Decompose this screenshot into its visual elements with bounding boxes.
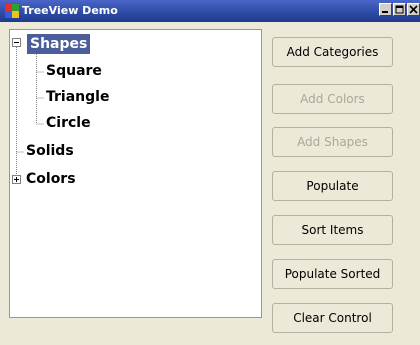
- add-categories-button[interactable]: Add Categories: [272, 37, 393, 67]
- tree-node-circle[interactable]: Circle: [46, 113, 91, 133]
- app-window: TreeView Demo Shapes Square Triangle Cir…: [0, 0, 420, 345]
- add-colors-button[interactable]: Add Colors: [272, 84, 393, 114]
- window-title: TreeView Demo: [22, 4, 118, 17]
- close-icon: [409, 5, 418, 14]
- collapse-icon[interactable]: [12, 38, 21, 47]
- add-shapes-button[interactable]: Add Shapes: [272, 127, 393, 157]
- tree-node-triangle[interactable]: Triangle: [46, 87, 109, 107]
- tree-node-solids[interactable]: Solids: [26, 141, 74, 161]
- minimize-button[interactable]: [379, 3, 392, 16]
- populate-button[interactable]: Populate: [272, 171, 393, 201]
- tree-node-shapes[interactable]: Shapes: [27, 34, 91, 54]
- clear-control-button[interactable]: Clear Control: [272, 303, 393, 333]
- app-icon: [5, 4, 19, 18]
- maximize-button[interactable]: [393, 3, 406, 16]
- populate-sorted-button[interactable]: Populate Sorted: [272, 259, 393, 289]
- close-button[interactable]: [407, 3, 420, 16]
- title-bar[interactable]: TreeView Demo: [0, 0, 420, 22]
- tree-node-square[interactable]: Square: [46, 61, 102, 81]
- expand-icon[interactable]: [12, 175, 21, 184]
- tree-node-colors[interactable]: Colors: [26, 169, 76, 189]
- maximize-icon: [395, 5, 404, 14]
- tree-view[interactable]: Shapes Square Triangle Circle Solids Col…: [9, 29, 262, 318]
- sort-items-button[interactable]: Sort Items: [272, 215, 393, 245]
- minimize-icon: [382, 11, 388, 13]
